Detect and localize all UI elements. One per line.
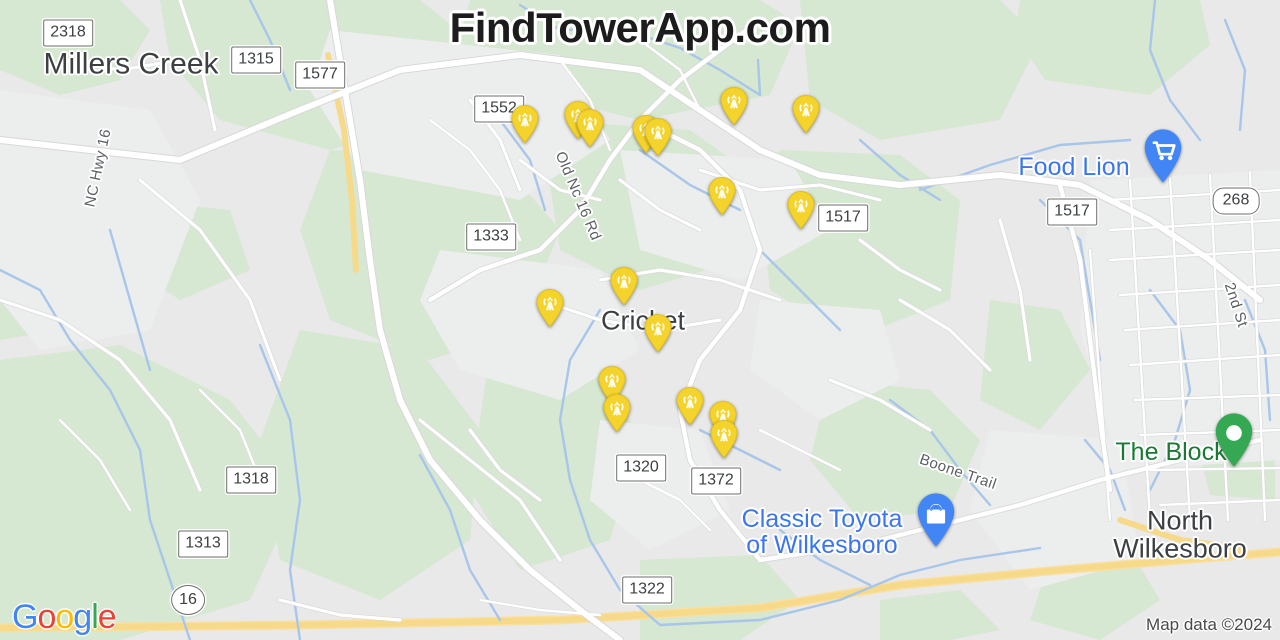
cell-tower-marker-icon[interactable] bbox=[575, 108, 605, 148]
cell-tower-marker-icon[interactable] bbox=[719, 86, 749, 126]
cell-tower-marker-icon[interactable] bbox=[709, 419, 739, 459]
cell-tower-marker-icon[interactable] bbox=[791, 94, 821, 134]
google-logo-letter: o bbox=[55, 598, 74, 636]
map-canvas[interactable]: 2318 1315 1577 1552 1333 1517 1517 268 1318 1320 1… bbox=[0, 0, 1280, 640]
basemap-layer bbox=[0, 0, 1280, 640]
map-attribution: Map data ©2024 bbox=[1146, 615, 1272, 634]
cell-tower-marker-icon[interactable] bbox=[535, 288, 565, 328]
page-title: FindTowerApp.com bbox=[449, 4, 831, 51]
shopping-cart-icon[interactable] bbox=[1142, 128, 1184, 184]
google-logo-letter: e bbox=[97, 598, 117, 636]
cell-tower-marker-icon[interactable] bbox=[643, 313, 673, 353]
cell-tower-marker-icon[interactable] bbox=[510, 104, 540, 144]
cell-tower-marker-icon[interactable] bbox=[609, 266, 639, 306]
shopping-bag-icon[interactable] bbox=[915, 492, 957, 548]
cell-tower-marker-icon[interactable] bbox=[602, 393, 632, 433]
dot-icon[interactable] bbox=[1213, 412, 1255, 468]
google-logo-letter: g bbox=[73, 598, 92, 636]
google-logo: Google bbox=[12, 598, 117, 636]
google-logo-letter: o bbox=[37, 598, 56, 636]
cell-tower-marker-icon[interactable] bbox=[643, 117, 673, 157]
cell-tower-marker-icon[interactable] bbox=[675, 386, 705, 426]
google-logo-letter: G bbox=[12, 598, 38, 636]
cell-tower-marker-icon[interactable] bbox=[707, 176, 737, 216]
cell-tower-marker-icon[interactable] bbox=[786, 190, 816, 230]
